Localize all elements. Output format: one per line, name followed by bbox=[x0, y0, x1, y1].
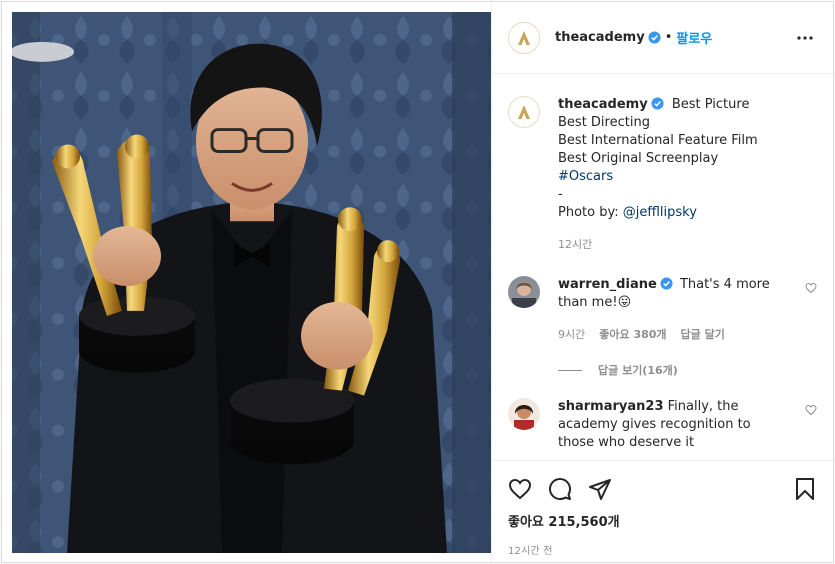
photo-illustration bbox=[12, 12, 491, 553]
like-comment-heart-icon[interactable] bbox=[805, 282, 817, 294]
caption-meta: 12시간 bbox=[558, 236, 817, 254]
verified-badge-icon bbox=[651, 97, 664, 110]
share-send-icon[interactable] bbox=[588, 477, 612, 501]
comment-text: those who deserve it bbox=[558, 435, 695, 450]
more-options-button[interactable] bbox=[793, 26, 817, 50]
comment-username[interactable]: warren_diane bbox=[558, 277, 657, 292]
view-replies-button[interactable]: 답글 보기(16개) bbox=[558, 362, 817, 378]
more-horizontal-icon bbox=[797, 35, 813, 40]
save-bookmark-icon[interactable] bbox=[793, 477, 817, 501]
verified-badge-icon bbox=[648, 31, 661, 44]
reply-button[interactable]: 답글 달기 bbox=[681, 326, 725, 344]
comment-item: sharmaryan23 Finally, the academy gives … bbox=[508, 382, 817, 452]
instagram-post: theacademy • 팔로우 theacademy Best Picture… bbox=[1, 1, 834, 563]
caption-avatar[interactable] bbox=[508, 96, 540, 128]
mention-link[interactable]: @jeffllipsky bbox=[623, 205, 697, 220]
post-header: theacademy • 팔로우 bbox=[492, 2, 833, 74]
comment-likes[interactable]: 좋아요 380개 bbox=[599, 326, 666, 344]
caption-line: - bbox=[558, 187, 563, 202]
post-actions: 좋아요 215,560개 12시간 전 bbox=[492, 460, 833, 562]
header-username[interactable]: theacademy bbox=[555, 30, 645, 45]
comment-text-line: than me!😛 bbox=[558, 294, 795, 312]
post-timestamp[interactable]: 12시간 전 bbox=[508, 542, 817, 557]
caption-line: Best Directing bbox=[558, 115, 650, 130]
academy-logo-icon bbox=[518, 105, 530, 119]
comment-username[interactable]: sharmaryan23 bbox=[558, 399, 664, 414]
caption-line: Best Picture bbox=[671, 97, 750, 112]
comment-body: warren_diane That's 4 more than me!😛 9시간… bbox=[558, 276, 795, 344]
avatar-image bbox=[508, 276, 540, 308]
comment-meta: 9시간 좋아요 380개 답글 달기 bbox=[558, 326, 795, 344]
comment-bubble-icon[interactable] bbox=[548, 477, 572, 501]
avatar-image bbox=[508, 398, 540, 430]
caption-body: theacademy Best Picture Best Directing B… bbox=[558, 96, 817, 254]
comment-item: warren_diane That's 4 more than me!😛 9시간… bbox=[508, 254, 817, 344]
replies-divider bbox=[558, 369, 582, 371]
like-heart-icon[interactable] bbox=[508, 477, 532, 501]
post-image[interactable] bbox=[12, 12, 491, 553]
caption-time[interactable]: 12시간 bbox=[558, 236, 592, 254]
caption: theacademy Best Picture Best Directing B… bbox=[508, 74, 817, 254]
post-side-panel: theacademy • 팔로우 theacademy Best Picture… bbox=[491, 2, 833, 562]
caption-line: Photo by: @jeffllipsky bbox=[558, 204, 817, 222]
comment-body: sharmaryan23 Finally, the academy gives … bbox=[558, 398, 795, 452]
avatar[interactable] bbox=[508, 398, 540, 430]
likes-count[interactable]: 좋아요 215,560개 bbox=[508, 511, 817, 530]
emoji-tongue-icon: 😛 bbox=[617, 295, 632, 310]
comment-text: than me! bbox=[558, 295, 618, 310]
comment-time[interactable]: 9시간 bbox=[558, 326, 585, 344]
caption-username[interactable]: theacademy bbox=[558, 97, 648, 112]
caption-line: Best Original Screenplay bbox=[558, 151, 719, 166]
view-replies-label: 답글 보기(16개) bbox=[598, 364, 678, 377]
hashtag-link[interactable]: #Oscars bbox=[558, 168, 817, 186]
like-comment-heart-icon[interactable] bbox=[805, 404, 817, 416]
action-bar bbox=[508, 469, 817, 509]
academy-logo-icon bbox=[518, 30, 530, 45]
verified-badge-icon bbox=[660, 277, 673, 290]
comment-text: Finally, the bbox=[667, 399, 739, 414]
comments-section[interactable]: theacademy Best Picture Best Directing B… bbox=[492, 74, 833, 460]
follow-button[interactable]: 팔로우 bbox=[676, 28, 712, 47]
photo-credit-label: Photo by: bbox=[558, 205, 623, 220]
account-avatar[interactable] bbox=[508, 21, 540, 54]
header-separator: • bbox=[664, 30, 673, 45]
post-photo bbox=[2, 2, 491, 562]
comment-text: That's 4 more bbox=[679, 277, 770, 292]
avatar[interactable] bbox=[508, 276, 540, 308]
caption-line: Best International Feature Film bbox=[558, 133, 758, 148]
comment-text: academy gives recognition to bbox=[558, 417, 751, 432]
